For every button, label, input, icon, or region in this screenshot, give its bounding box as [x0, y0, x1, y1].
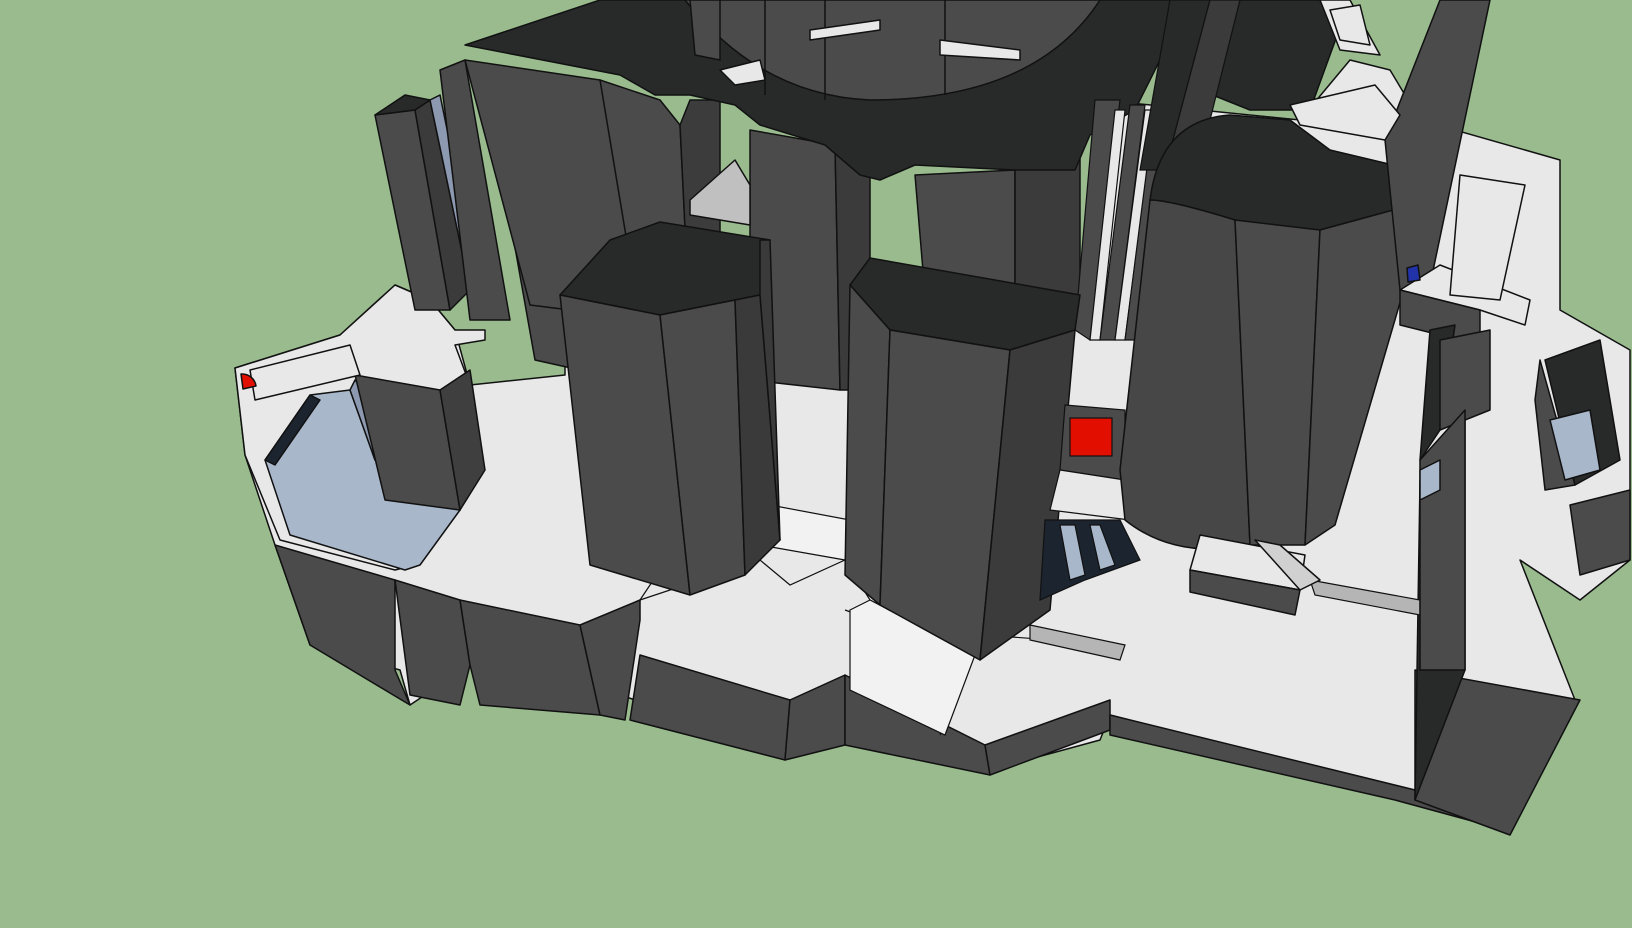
red-door-block — [1069, 417, 1113, 457]
blue-marker — [1406, 264, 1421, 283]
hex-tower-center — [844, 257, 1081, 661]
3d-viewport[interactable] — [0, 0, 1632, 928]
model-canvas[interactable] — [0, 0, 1632, 928]
hex-tower-left — [559, 221, 781, 596]
